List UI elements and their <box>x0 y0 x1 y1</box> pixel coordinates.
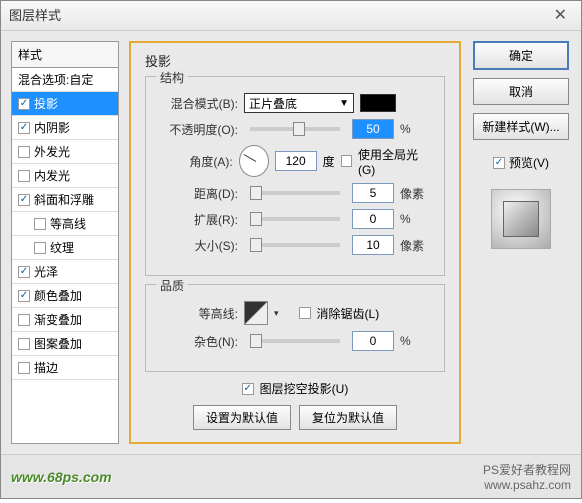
titlebar: 图层样式 ✕ <box>1 1 581 31</box>
style-item-label: 光泽 <box>34 263 58 280</box>
structure-group: 结构 混合模式(B): 正片叠底 ▼ 不透明度(O): % 角度(A): <box>145 76 445 276</box>
style-item-11[interactable]: 描边 <box>12 356 118 380</box>
style-item-label: 外发光 <box>34 143 70 160</box>
spread-input[interactable] <box>352 209 394 229</box>
layer-style-dialog: 图层样式 ✕ 样式 混合选项:自定 投影内阴影外发光内发光斜面和浮雕等高线纹理光… <box>0 0 582 499</box>
size-input[interactable] <box>352 235 394 255</box>
style-item-1[interactable]: 内阴影 <box>12 116 118 140</box>
style-checkbox[interactable] <box>18 170 30 182</box>
preview-label: 预览(V) <box>509 154 549 171</box>
style-item-label: 投影 <box>34 95 58 112</box>
quality-title: 品质 <box>156 277 188 294</box>
ok-button[interactable]: 确定 <box>473 41 569 70</box>
chevron-down-icon[interactable]: ▾ <box>274 308 279 319</box>
opacity-slider[interactable] <box>250 127 340 131</box>
style-checkbox[interactable] <box>18 146 30 158</box>
spread-label: 扩展(R): <box>160 211 238 228</box>
style-item-label: 图案叠加 <box>34 335 82 352</box>
style-checkbox[interactable] <box>34 218 46 230</box>
set-default-button[interactable]: 设置为默认值 <box>193 405 291 430</box>
cancel-button[interactable]: 取消 <box>473 78 569 105</box>
opacity-label: 不透明度(O): <box>160 121 238 138</box>
style-item-5[interactable]: 等高线 <box>12 212 118 236</box>
preview-checkbox[interactable] <box>493 157 505 169</box>
styles-header: 样式 <box>12 42 118 68</box>
watermark-text: www.68ps.com <box>11 469 112 485</box>
style-checkbox[interactable] <box>34 242 46 254</box>
distance-slider[interactable] <box>250 191 340 195</box>
style-item-label: 内阴影 <box>34 119 70 136</box>
knockout-label: 图层挖空投影(U) <box>260 380 349 397</box>
shadow-color-swatch[interactable] <box>360 94 396 112</box>
noise-input[interactable] <box>352 331 394 351</box>
antialias-label: 消除锯齿(L) <box>317 305 380 322</box>
style-item-label: 等高线 <box>50 215 86 232</box>
style-checkbox[interactable] <box>18 290 30 302</box>
section-title: 投影 <box>145 51 445 70</box>
dialog-title: 图层样式 <box>9 1 61 31</box>
spread-slider[interactable] <box>250 217 340 221</box>
distance-label: 距离(D): <box>160 185 238 202</box>
antialias-checkbox[interactable] <box>299 307 311 319</box>
style-item-label: 斜面和浮雕 <box>34 191 94 208</box>
noise-label: 杂色(N): <box>160 333 238 350</box>
style-item-label: 渐变叠加 <box>34 311 82 328</box>
style-item-7[interactable]: 光泽 <box>12 260 118 284</box>
blend-mode-label: 混合模式(B): <box>160 95 238 112</box>
contour-label: 等高线: <box>160 305 238 322</box>
settings-panel: 投影 结构 混合模式(B): 正片叠底 ▼ 不透明度(O): % <box>129 41 461 444</box>
preview-thumbnail <box>491 189 551 249</box>
style-item-3[interactable]: 内发光 <box>12 164 118 188</box>
structure-title: 结构 <box>156 69 188 86</box>
angle-input[interactable] <box>275 151 317 171</box>
credit-line1: PS爱好者教程网 <box>483 461 571 478</box>
close-icon[interactable]: ✕ <box>548 1 573 31</box>
style-checkbox[interactable] <box>18 266 30 278</box>
right-panel: 确定 取消 新建样式(W)... 预览(V) <box>471 41 571 444</box>
style-item-8[interactable]: 颜色叠加 <box>12 284 118 308</box>
style-item-2[interactable]: 外发光 <box>12 140 118 164</box>
style-item-4[interactable]: 斜面和浮雕 <box>12 188 118 212</box>
style-item-10[interactable]: 图案叠加 <box>12 332 118 356</box>
size-slider[interactable] <box>250 243 340 247</box>
contour-picker[interactable] <box>244 301 268 325</box>
new-style-button[interactable]: 新建样式(W)... <box>473 113 569 140</box>
opacity-input[interactable] <box>352 119 394 139</box>
chevron-down-icon: ▼ <box>339 98 349 109</box>
credit-line2: www.psahz.com <box>484 478 571 492</box>
style-item-label: 内发光 <box>34 167 70 184</box>
blend-mode-combo[interactable]: 正片叠底 ▼ <box>244 93 354 113</box>
style-checkbox[interactable] <box>18 362 30 374</box>
style-item-9[interactable]: 渐变叠加 <box>12 308 118 332</box>
quality-group: 品质 等高线: ▾ 消除锯齿(L) 杂色(N): % <box>145 284 445 372</box>
style-item-0[interactable]: 投影 <box>12 92 118 116</box>
styles-list: 样式 混合选项:自定 投影内阴影外发光内发光斜面和浮雕等高线纹理光泽颜色叠加渐变… <box>11 41 119 444</box>
style-checkbox[interactable] <box>18 122 30 134</box>
size-label: 大小(S): <box>160 237 238 254</box>
style-checkbox[interactable] <box>18 98 30 110</box>
style-checkbox[interactable] <box>18 314 30 326</box>
style-item-label: 颜色叠加 <box>34 287 82 304</box>
style-checkbox[interactable] <box>18 338 30 350</box>
style-checkbox[interactable] <box>18 194 30 206</box>
noise-slider[interactable] <box>250 339 340 343</box>
global-light-label: 使用全局光(G) <box>358 146 430 177</box>
distance-input[interactable] <box>352 183 394 203</box>
angle-dial[interactable] <box>239 145 269 177</box>
blending-options-row[interactable]: 混合选项:自定 <box>12 68 118 92</box>
style-item-label: 描边 <box>34 359 58 376</box>
style-item-label: 纹理 <box>50 239 74 256</box>
angle-label: 角度(A): <box>160 153 233 170</box>
knockout-checkbox[interactable] <box>242 383 254 395</box>
global-light-checkbox[interactable] <box>341 155 352 167</box>
style-item-6[interactable]: 纹理 <box>12 236 118 260</box>
footer: www.68ps.com PS爱好者教程网 www.psahz.com <box>1 454 581 498</box>
reset-default-button[interactable]: 复位为默认值 <box>299 405 397 430</box>
